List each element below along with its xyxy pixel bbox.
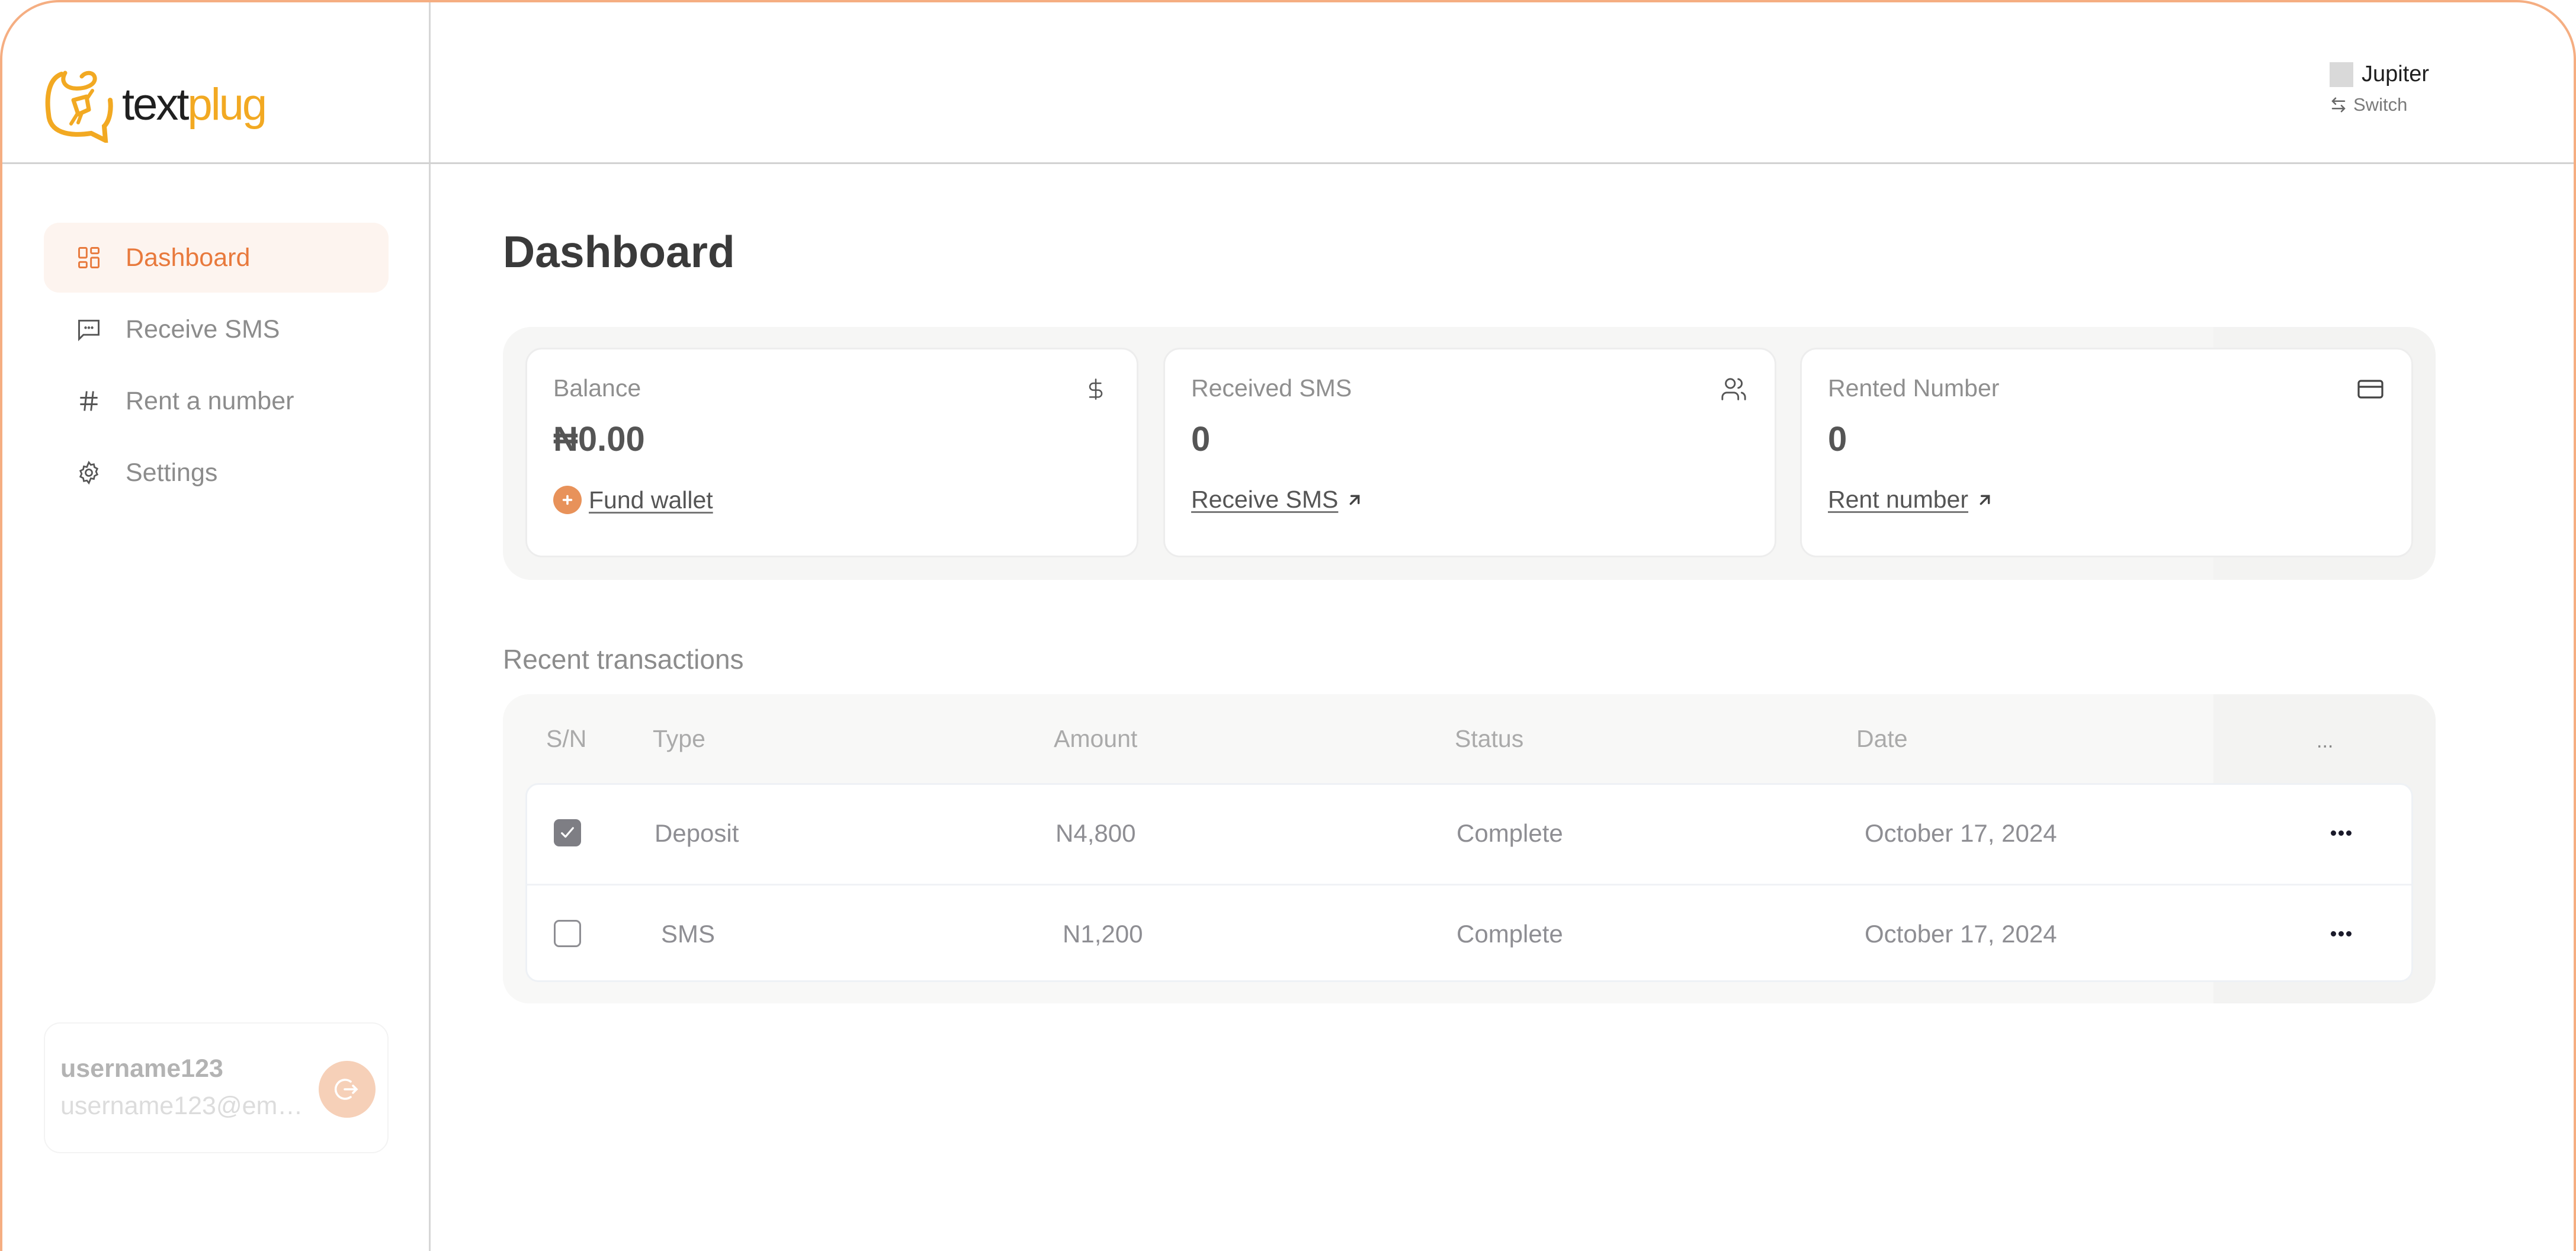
row-checkbox-checked[interactable] [554, 819, 581, 846]
more-dot [2338, 931, 2344, 936]
cell-status: Complete [1457, 920, 1563, 948]
message-square-icon [75, 315, 103, 344]
app-window: textplug Dashboard Receive SMS Rent a nu… [0, 0, 2576, 1251]
sidebar: textplug Dashboard Receive SMS Rent a nu… [2, 2, 431, 1251]
cell-date: October 17, 2024 [1865, 819, 2057, 847]
rented-number-card: Rented Number 0 Rent number [1800, 348, 2413, 557]
cell-amount: N1,200 [1063, 920, 1143, 948]
more-dot [2330, 830, 2336, 836]
brand-name-part1: text [122, 79, 189, 130]
rent-number-link-label: Rent number [1828, 486, 1969, 513]
sidebar-item-settings[interactable]: Settings [44, 438, 389, 508]
gear-icon [75, 458, 103, 487]
more-dot [2346, 931, 2352, 936]
credit-card-icon [2356, 374, 2385, 404]
textplug-logo-icon [45, 70, 113, 143]
received-sms-value: 0 [1191, 420, 1211, 458]
received-sms-label: Received SMS [1191, 374, 1352, 402]
transactions-table: S/N Type Amount Status Date ... Deposit … [503, 694, 2436, 1003]
account-avatar [2330, 62, 2353, 87]
switch-account-button[interactable]: Switch [2330, 94, 2429, 116]
rented-number-label: Rented Number [1828, 374, 2000, 402]
recent-transactions-title: Recent transactions [503, 644, 744, 675]
current-account[interactable]: Jupiter [2330, 62, 2429, 87]
sidebar-item-dashboard[interactable]: Dashboard [44, 223, 389, 293]
cell-amount: N4,800 [1056, 819, 1136, 847]
table-row[interactable]: Deposit N4,800 Complete October 17, 2024 [527, 785, 2411, 884]
dollar-icon [1081, 374, 1111, 404]
cell-type: SMS [661, 920, 716, 948]
cell-type: Deposit [655, 819, 739, 847]
brand-name-part2: plug [187, 79, 268, 130]
hash-icon [75, 387, 103, 415]
user-email: username123@ema... [60, 1092, 303, 1120]
page-title: Dashboard [503, 227, 735, 277]
user-profile-card: username123 username123@ema... [44, 1022, 389, 1153]
column-header-amount[interactable]: Amount [1054, 725, 1137, 753]
sidebar-item-label: Settings [126, 458, 218, 487]
arrow-up-right-icon [1345, 490, 1364, 509]
row-checkbox-unchecked[interactable] [554, 920, 581, 947]
cell-date: October 17, 2024 [1865, 920, 2057, 948]
user-name: username123 [60, 1054, 223, 1083]
brand-logo[interactable]: textplug [44, 66, 268, 143]
column-header-date[interactable]: Date [1856, 725, 1908, 753]
more-dot [2330, 931, 2336, 936]
column-header-status[interactable]: Status [1455, 725, 1523, 753]
brand-name: textplug [122, 79, 268, 130]
balance-label: Balance [553, 374, 641, 402]
more-dot [2338, 830, 2344, 836]
sidebar-item-label: Rent a number [126, 386, 294, 415]
cell-status: Complete [1457, 819, 1563, 847]
row-more-button[interactable] [2317, 919, 2365, 948]
received-sms-card: Received SMS 0 Receive SMS [1163, 348, 1776, 557]
receive-sms-link-label: Receive SMS [1191, 486, 1339, 513]
logout-button[interactable] [319, 1061, 376, 1118]
balance-value: ₦0.00 [553, 420, 645, 458]
check-icon [561, 827, 574, 838]
users-icon [1719, 374, 1749, 404]
table-body: Deposit N4,800 Complete October 17, 2024… [525, 783, 2413, 982]
receive-sms-link[interactable]: Receive SMS [1191, 486, 1364, 514]
fund-wallet-link[interactable]: Fund wallet [553, 486, 713, 514]
switch-arrows-icon [2331, 97, 2346, 113]
column-header-sn[interactable]: S/N [546, 725, 586, 753]
plus-circle-icon [553, 486, 582, 514]
stats-panel: Balance ₦0.00 Fund wallet Received SMS 0… [503, 327, 2436, 580]
dashboard-grid-icon [75, 243, 103, 272]
fund-wallet-label: Fund wallet [589, 486, 713, 514]
header-divider [2, 162, 2574, 164]
switch-label: Switch [2353, 94, 2408, 115]
sidebar-nav: Dashboard Receive SMS Rent a number Sett… [44, 223, 389, 509]
more-dot [2346, 830, 2352, 836]
row-more-button[interactable] [2317, 818, 2365, 848]
arrow-up-right-icon [1975, 490, 1994, 509]
column-header-actions: ... [2317, 730, 2334, 752]
account-switcher: Jupiter Switch [2330, 62, 2429, 116]
sidebar-item-rent-a-number[interactable]: Rent a number [44, 366, 389, 436]
rent-number-link[interactable]: Rent number [1828, 486, 1994, 514]
account-name: Jupiter [2362, 62, 2430, 86]
column-header-type[interactable]: Type [653, 725, 705, 753]
sidebar-item-label: Receive SMS [126, 315, 280, 344]
rented-number-value: 0 [1828, 420, 1847, 458]
sidebar-item-label: Dashboard [126, 243, 251, 272]
logout-icon [334, 1079, 358, 1100]
balance-card: Balance ₦0.00 Fund wallet [525, 348, 1138, 557]
table-row[interactable]: SMS N1,200 Complete October 17, 2024 [527, 884, 2411, 980]
sidebar-item-receive-sms[interactable]: Receive SMS [44, 294, 389, 364]
